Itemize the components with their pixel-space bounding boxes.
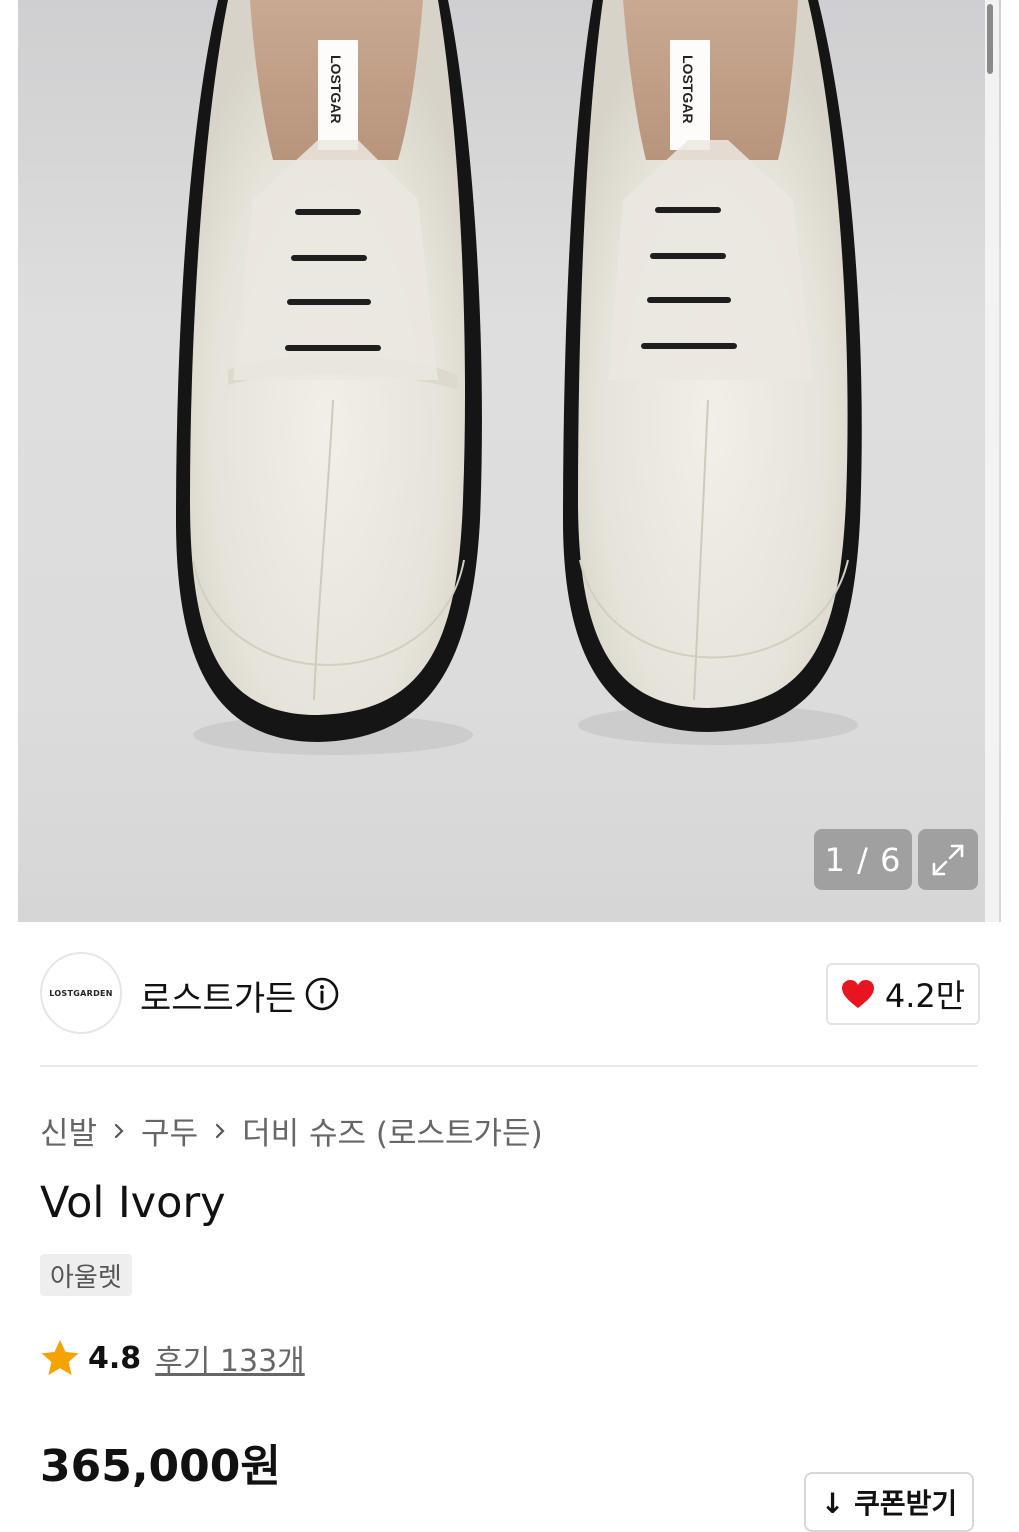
divider [40, 1065, 978, 1067]
breadcrumb: 신발 구두 더비 슈즈 (로스트가든) [40, 1108, 543, 1153]
star-icon [41, 1340, 79, 1375]
expand-icon [932, 844, 964, 875]
outlet-badge: 아울렛 [40, 1254, 132, 1296]
breadcrumb-item[interactable]: 신발 [40, 1108, 97, 1153]
svg-text:LOSTGAR: LOSTGAR [680, 55, 696, 123]
brand-row: LOSTGARDEN 로스트가든 4.2만 [40, 952, 980, 1034]
heart-icon [841, 980, 874, 1008]
coupon-button[interactable]: ↓ 쿠폰받기 [804, 1472, 974, 1532]
product-image-gallery[interactable]: LOSTGAR LOSTGAR [18, 0, 1001, 922]
product-photo: LOSTGAR LOSTGAR [176, 0, 862, 755]
info-icon[interactable] [304, 976, 340, 1012]
left-shoe: LOSTGAR [176, 0, 482, 755]
chevron-right-icon [114, 1123, 124, 1138]
like-count: 4.2만 [884, 977, 966, 1015]
image-counter: 1 / 6 [814, 829, 912, 890]
right-shoe: LOSTGAR [563, 0, 862, 745]
brand-name[interactable]: 로스트가든 [140, 971, 296, 1020]
chevron-right-icon [215, 1123, 225, 1138]
insole-label: LOSTGAR [328, 55, 344, 123]
product-title: Vol Ivory [40, 1178, 226, 1228]
brand-logo[interactable]: LOSTGARDEN [40, 952, 122, 1034]
like-button[interactable]: 4.2만 [826, 963, 980, 1025]
review-link[interactable]: 후기 133개 [155, 1336, 305, 1380]
scrollbar-thumb[interactable] [987, 4, 993, 74]
price: 365,000원 [40, 1441, 281, 1492]
page-scrollbar[interactable] [985, 0, 999, 922]
expand-image-button[interactable] [918, 829, 978, 890]
breadcrumb-item[interactable]: 구두 [141, 1108, 198, 1153]
brand-logo-text: LOSTGARDEN [49, 988, 113, 998]
rating-row: 4.8 후기 133개 [40, 1336, 305, 1380]
breadcrumb-item[interactable]: 더비 슈즈 (로스트가든) [242, 1108, 543, 1153]
rating-value: 4.8 [88, 1340, 142, 1376]
